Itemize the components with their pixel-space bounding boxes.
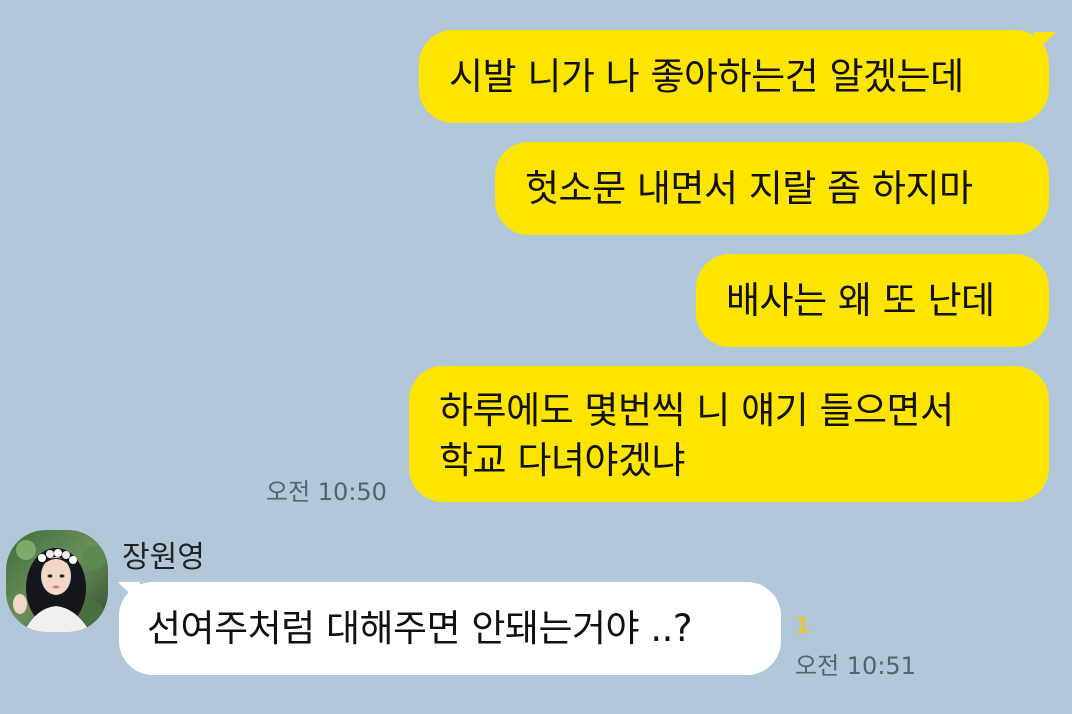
chat-room: 시발 니가 나 좋아하는건 알겠는데 헛소문 내면서 지랄 좀 하지마 배사는 …: [0, 0, 1072, 714]
avatar-photo: [6, 530, 108, 632]
sender-name: 장원영: [122, 540, 205, 575]
message-text: 시발 니가 나 좋아하는건 알겠는데: [449, 55, 964, 98]
outgoing-message[interactable]: 하루에도 몇번씩 니 얘기 들으면서 학교 다녀야겠냐: [409, 366, 1049, 502]
message-text: 헛소문 내면서 지랄 좀 하지마: [525, 167, 973, 210]
outgoing-message[interactable]: 배사는 왜 또 난데: [696, 254, 1049, 347]
message-text: 배사는 왜 또 난데: [726, 279, 995, 322]
message-timestamp: 오전 10:50: [266, 478, 387, 506]
unread-count: 1: [795, 614, 811, 639]
message-text-line: 하루에도 몇번씩 니 얘기 들으면서: [439, 389, 954, 432]
message-timestamp: 오전 10:51: [795, 652, 916, 680]
message-text: 선여주처럼 대해주면 안돼는거야 ..?: [147, 607, 693, 650]
incoming-message[interactable]: 선여주처럼 대해주면 안돼는거야 ..?: [119, 582, 781, 675]
message-text-line: 학교 다녀야겠냐: [439, 439, 686, 482]
outgoing-message[interactable]: 시발 니가 나 좋아하는건 알겠는데: [419, 30, 1049, 123]
outgoing-message[interactable]: 헛소문 내면서 지랄 좀 하지마: [495, 142, 1049, 235]
avatar[interactable]: [6, 530, 108, 632]
